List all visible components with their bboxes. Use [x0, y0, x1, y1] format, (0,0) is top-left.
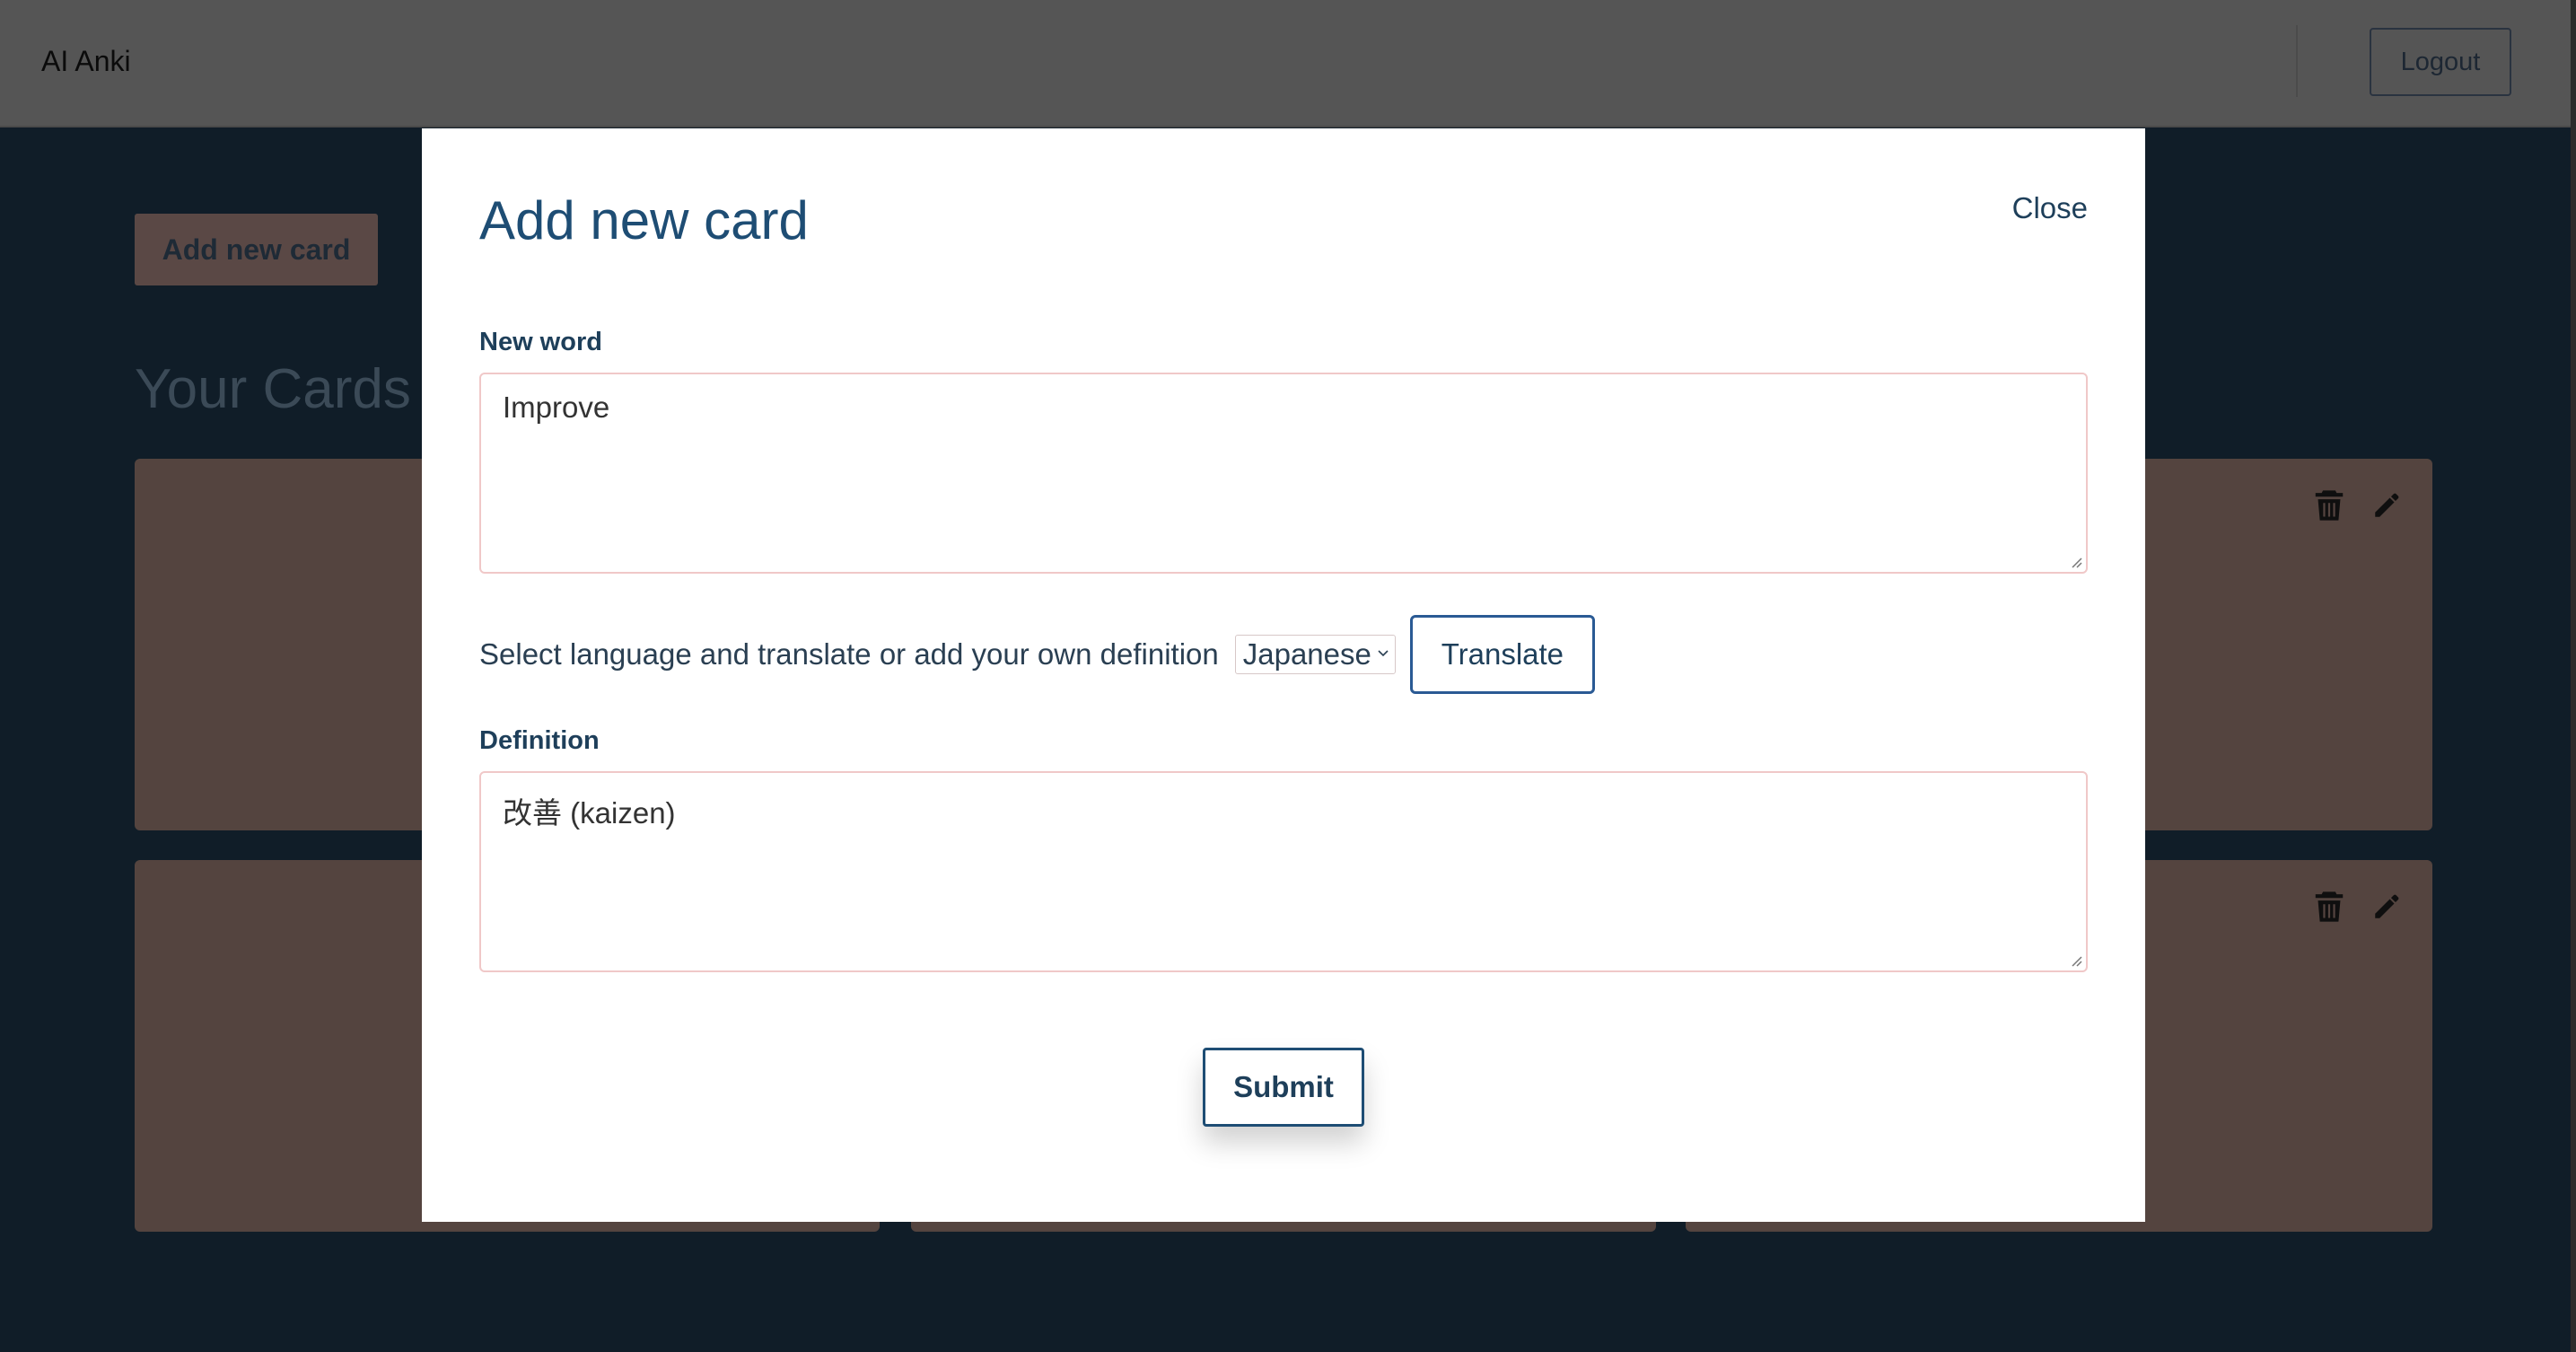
definition-field[interactable]: 改善 (kaizen) — [479, 771, 2088, 972]
trash-icon[interactable] — [2314, 489, 2344, 526]
add-card-modal: Add new card Close New word Improve Sele… — [422, 128, 2145, 1222]
language-select-value: Japanese — [1242, 637, 1371, 671]
new-word-value: Improve — [503, 391, 610, 424]
submit-button[interactable]: Submit — [1203, 1048, 1364, 1127]
trash-icon[interactable] — [2314, 891, 2344, 927]
language-prompt: Select language and translate or add you… — [479, 637, 1219, 671]
definition-label: Definition — [479, 726, 600, 755]
nav-divider — [2296, 25, 2298, 97]
definition-value: 改善 (kaizen) — [503, 796, 676, 830]
add-new-card-button[interactable]: Add new card — [135, 214, 378, 285]
modal-title: Add new card — [479, 190, 809, 250]
translate-button[interactable]: Translate — [1409, 615, 1595, 694]
brand-logo[interactable]: AI Anki — [41, 45, 131, 78]
pencil-icon[interactable] — [2371, 489, 2402, 526]
new-word-field[interactable]: Improve — [479, 373, 2088, 574]
logout-button[interactable]: Logout — [2370, 28, 2511, 96]
close-button[interactable]: Close — [2012, 191, 2088, 225]
chevron-down-icon — [1378, 650, 1389, 657]
pencil-icon[interactable] — [2371, 891, 2402, 927]
new-word-label: New word — [479, 328, 602, 356]
language-row: Select language and translate or add you… — [479, 615, 1595, 694]
resize-handle-icon[interactable] — [2070, 954, 2082, 967]
resize-handle-icon[interactable] — [2070, 556, 2082, 568]
window-edge — [2571, 0, 2576, 1352]
your-cards-heading: Your Cards — [135, 358, 411, 420]
language-select[interactable]: Japanese — [1234, 635, 1396, 674]
navbar: AI Anki Logout — [0, 0, 2576, 127]
